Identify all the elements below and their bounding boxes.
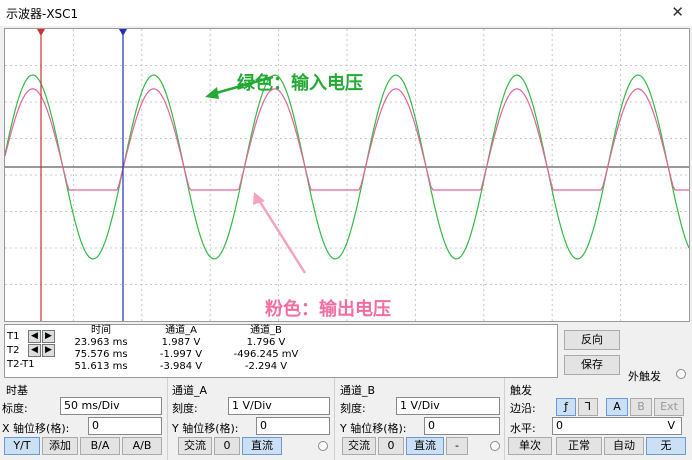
- trigger-level-label: 水平:: [510, 422, 536, 435]
- channel-b-zero-button[interactable]: 0: [378, 437, 404, 455]
- divider: [334, 378, 335, 460]
- trigger-level-field[interactable]: 0 V: [552, 417, 682, 435]
- save-button[interactable]: 保存: [564, 355, 620, 375]
- channel-a-title: 通道_A: [172, 384, 208, 397]
- table-row: 23.963 ms 1.987 V 1.796 V: [74, 337, 286, 348]
- channel-b-scale-label: 刻度:: [340, 402, 366, 415]
- channel-a-scale-field[interactable]: 1 V/Div: [228, 397, 330, 415]
- trigger-rise-edge-button[interactable]: ƒ: [556, 398, 576, 416]
- t2-t1-row-label: T2-T1: [7, 358, 35, 370]
- timebase-scale-field[interactable]: 50 ms/Div: [60, 397, 162, 415]
- window-title: 示波器-XSC1: [6, 7, 79, 21]
- header-time: 时间: [91, 325, 111, 336]
- channel-b-title: 通道_B: [340, 384, 376, 397]
- add-button[interactable]: 添加: [42, 437, 78, 455]
- auto-mode-button[interactable]: 自动: [604, 437, 644, 455]
- trigger-source-ext-button[interactable]: Ext: [654, 398, 684, 416]
- trigger-source-b-button[interactable]: B: [630, 398, 652, 416]
- cursor-t1-marker: [37, 29, 45, 36]
- ab-button[interactable]: A/B: [122, 437, 162, 455]
- ext-trigger-label: 外触发: [628, 370, 661, 383]
- yt-button[interactable]: Y/T: [4, 437, 40, 455]
- channel-a-ypos-label: Y 轴位移(格):: [172, 422, 239, 435]
- channel-a-ac-button[interactable]: 交流: [178, 437, 212, 455]
- trigger-level-unit: V: [667, 419, 675, 432]
- trigger-edge-label: 边沿:: [510, 402, 536, 415]
- trigger-source-a-button[interactable]: A: [606, 398, 628, 416]
- channel-b-ac-button[interactable]: 交流: [342, 437, 376, 455]
- t1-row-label: T1 ◀ ▶: [5, 329, 57, 343]
- t1-right-arrow-icon[interactable]: ▶: [42, 329, 55, 343]
- cursor-readout: T1 ◀ ▶ T2 ◀ ▶ T2-T1 时间 通道_A 通道_B 23.963 …: [4, 324, 558, 378]
- channel-b-scale-field[interactable]: 1 V/Div: [396, 397, 500, 415]
- channel-b-dc-button[interactable]: 直流: [406, 437, 444, 455]
- timebase-xpos-label: X 轴位移(格):: [2, 422, 70, 435]
- t2-row-label: T2 ◀ ▶: [5, 343, 57, 357]
- close-icon[interactable]: ✕: [671, 3, 684, 21]
- reverse-button[interactable]: 反向: [564, 330, 620, 350]
- normal-mode-button[interactable]: 正常: [556, 437, 602, 455]
- channel-a-dc-button[interactable]: 直流: [242, 437, 282, 455]
- divider: [504, 378, 505, 460]
- trigger-fall-edge-button[interactable]: ⅂: [578, 398, 598, 416]
- annotation-output: 粉色：输出电压: [265, 299, 391, 320]
- header-cha: 通道_A: [165, 325, 197, 336]
- channel-b-ypos-field[interactable]: 0: [424, 417, 500, 435]
- none-mode-button[interactable]: 无: [646, 437, 686, 455]
- channel-a-ypos-field[interactable]: 0: [256, 417, 330, 435]
- window-titlebar: 示波器-XSC1 ✕: [0, 0, 692, 26]
- timebase-scale-label: 标度:: [2, 402, 28, 415]
- arrow-pink-head: [253, 192, 265, 205]
- channel-a-terminal[interactable]: [318, 441, 328, 451]
- table-row: 51.613 ms -3.984 V -2.294 V: [74, 361, 288, 372]
- arrow-green-head: [205, 87, 219, 99]
- oscilloscope-display: 绿色：输入电压 粉色：输出电压: [4, 28, 690, 322]
- channel-a-scale-label: 刻度:: [172, 402, 198, 415]
- table-row: 75.576 ms -1.997 V -496.245 mV: [74, 349, 299, 360]
- channel-b-minus-button[interactable]: -: [446, 437, 468, 455]
- channel-b-ypos-label: Y 轴位移(格):: [340, 422, 407, 435]
- channel-b-terminal[interactable]: [490, 441, 500, 451]
- readout-table: 时间 通道_A 通道_B 23.963 ms 1.987 V 1.796 V 7…: [61, 325, 321, 373]
- t2-left-arrow-icon[interactable]: ◀: [28, 343, 41, 357]
- header-chb: 通道_B: [250, 325, 282, 336]
- annotation-input: 绿色：输入电压: [237, 73, 363, 94]
- divider: [167, 378, 168, 460]
- ext-trigger-terminal[interactable]: [676, 369, 686, 379]
- channel-a-zero-button[interactable]: 0: [214, 437, 240, 455]
- timebase-title: 时基: [6, 384, 28, 397]
- t2-right-arrow-icon[interactable]: ▶: [42, 343, 55, 357]
- single-mode-button[interactable]: 单次: [508, 437, 552, 455]
- cursor-t2-marker: [119, 29, 127, 36]
- timebase-xpos-field[interactable]: 0: [88, 417, 162, 435]
- trigger-title: 触发: [510, 384, 532, 397]
- arrow-pink-shaft: [255, 196, 307, 274]
- ba-button[interactable]: B/A: [80, 437, 120, 455]
- t1-left-arrow-icon[interactable]: ◀: [28, 329, 41, 343]
